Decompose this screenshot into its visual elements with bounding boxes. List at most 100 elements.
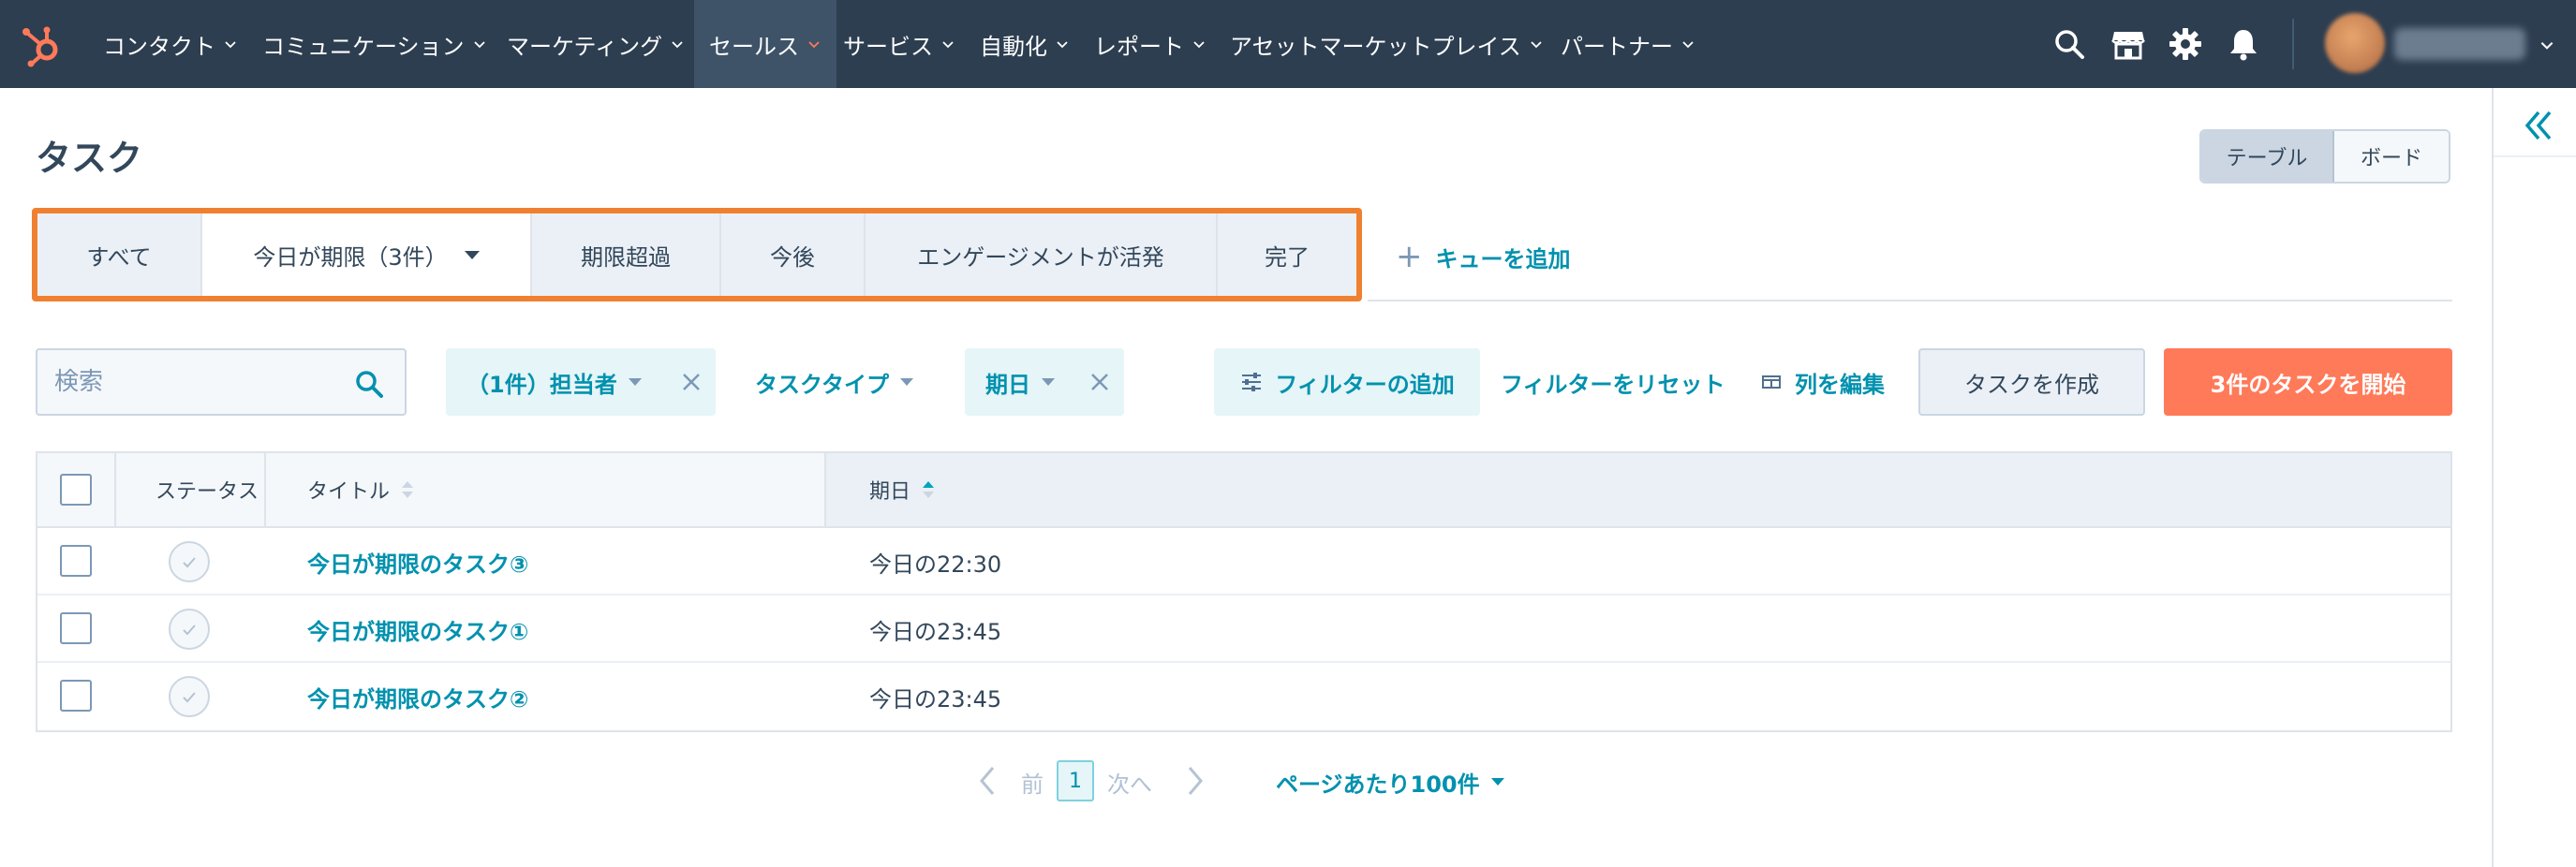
due-date-column-header[interactable]: 期日 xyxy=(869,453,935,526)
caret-down-icon xyxy=(1042,378,1055,386)
prev-page-button[interactable]: 前 xyxy=(1021,749,1044,815)
check-icon xyxy=(183,625,196,636)
nav-item-automation[interactable]: 自動化 xyxy=(980,0,1070,88)
chevron-left-icon[interactable] xyxy=(976,764,999,798)
status-complete-toggle[interactable] xyxy=(169,609,210,650)
task-type-filter[interactable]: タスクタイプ xyxy=(755,348,914,416)
title-column-header[interactable]: タイトル xyxy=(307,453,414,526)
close-icon[interactable] xyxy=(680,371,703,393)
assignee-filter[interactable]: （1件）担当者 xyxy=(446,348,716,416)
add-filter-label: フィルターの追加 xyxy=(1275,371,1455,398)
task-title-link[interactable]: 今日が期限のタスク① xyxy=(307,595,528,663)
table-header: ステータス タイトル 期日 xyxy=(37,453,2450,528)
sort-ascending-icon xyxy=(923,481,935,498)
chevron-down-icon xyxy=(1193,41,1205,49)
nav-item-communication[interactable]: コミュニケーション xyxy=(262,0,487,88)
nav-item-label: パートナー xyxy=(1561,33,1673,60)
nav-item-contacts[interactable]: コンタクト xyxy=(103,0,238,88)
edit-columns-label: 列を編集 xyxy=(1795,371,1885,398)
tasks-table: ステータス タイトル 期日 今日が期限のタスク③ 今日の22:30 今日が期限の… xyxy=(36,451,2452,732)
table-row[interactable]: 今日が期限のタスク② 今日の23:45 xyxy=(37,663,2450,730)
add-filter-button[interactable]: フィルターの追加 xyxy=(1214,348,1480,416)
chevron-right-icon[interactable] xyxy=(1184,764,1207,798)
close-icon[interactable] xyxy=(1088,371,1111,393)
nav-divider xyxy=(2292,19,2294,69)
task-title-link[interactable]: 今日が期限のタスク② xyxy=(307,663,528,730)
double-chevron-left-icon[interactable] xyxy=(2520,107,2557,144)
nav-item-sales[interactable]: セールス xyxy=(694,0,836,88)
per-page-select[interactable]: ページあたり100件 xyxy=(1276,749,1504,815)
chevron-down-icon xyxy=(225,41,236,49)
task-title-link[interactable]: 今日が期限のタスク③ xyxy=(307,528,528,595)
status-column-header[interactable]: ステータス xyxy=(155,453,259,526)
nav-item-label: マーケティング xyxy=(507,33,663,60)
right-sidebar xyxy=(2492,88,2576,867)
next-page-button[interactable]: 次へ xyxy=(1107,749,1152,815)
table-row[interactable]: 今日が期限のタスク③ 今日の22:30 xyxy=(37,528,2450,595)
task-type-filter-label: タスクタイプ xyxy=(755,371,890,398)
nav-item-label: セールス xyxy=(709,33,799,60)
search-box xyxy=(36,348,407,416)
nav-item-label: レポート xyxy=(1094,33,1184,60)
add-queue-label: キューを追加 xyxy=(1435,245,1571,272)
sorted-column-header-bg xyxy=(824,453,2450,526)
reset-filters-link[interactable]: フィルターをリセット xyxy=(1501,348,1725,416)
plus-icon: + xyxy=(1396,238,1423,275)
row-checkbox[interactable] xyxy=(60,612,92,644)
per-page-label: ページあたり100件 xyxy=(1276,771,1480,798)
search-icon[interactable] xyxy=(2051,26,2087,62)
board-view-button[interactable]: ボード xyxy=(2334,131,2449,182)
chevron-down-icon xyxy=(473,41,485,49)
edit-columns-link[interactable]: 列を編集 xyxy=(1761,348,1885,416)
due-header-label: 期日 xyxy=(869,480,911,504)
table-view-button[interactable]: テーブル xyxy=(2201,131,2334,182)
nav-item-marketing[interactable]: マーケティング xyxy=(507,0,685,88)
chevron-down-icon xyxy=(1531,41,1542,49)
search-icon[interactable] xyxy=(352,367,386,401)
column-separator xyxy=(824,453,826,526)
notifications-icon[interactable] xyxy=(2226,26,2261,62)
nav-item-label: 自動化 xyxy=(980,33,1047,60)
nav-item-label: アセットマーケットプレイス xyxy=(1230,33,1521,60)
caret-down-icon xyxy=(900,378,914,386)
chevron-down-icon xyxy=(1057,41,1068,49)
current-page[interactable]: 1 xyxy=(1057,760,1094,801)
hubspot-logo-icon[interactable] xyxy=(19,21,66,67)
row-checkbox[interactable] xyxy=(60,545,92,577)
sidebar-divider xyxy=(2494,155,2576,157)
task-due-date: 今日の23:45 xyxy=(869,685,1002,713)
nav-item-service[interactable]: サービス xyxy=(843,0,955,88)
chevron-down-icon xyxy=(672,41,683,49)
nav-item-partner[interactable]: パートナー xyxy=(1561,0,1695,88)
caret-down-icon xyxy=(1490,778,1504,786)
start-tasks-button[interactable]: 3件のタスクを開始 xyxy=(2164,348,2452,416)
table-row[interactable]: 今日が期限のタスク① 今日の23:45 xyxy=(37,595,2450,663)
nav-item-asset-marketplace[interactable]: アセットマーケットプレイス xyxy=(1230,0,1544,88)
columns-icon xyxy=(1762,375,1781,389)
nav-item-label: サービス xyxy=(843,33,933,60)
caret-down-icon xyxy=(628,378,642,386)
create-task-button[interactable]: タスクを作成 xyxy=(1918,348,2145,416)
settings-icon[interactable] xyxy=(2168,26,2203,62)
search-input[interactable] xyxy=(54,350,354,414)
nav-item-label: コンタクト xyxy=(103,33,215,60)
chevron-down-icon[interactable] xyxy=(2539,37,2555,53)
add-queue-button[interactable]: + キューを追加 xyxy=(1396,238,1571,275)
sort-icon xyxy=(402,481,414,498)
avatar[interactable] xyxy=(2325,13,2385,73)
chevron-down-icon xyxy=(942,41,954,49)
row-checkbox[interactable] xyxy=(60,680,92,712)
nav-item-label: コミュニケーション xyxy=(262,33,465,60)
tabs-divider xyxy=(1368,300,2452,301)
assignee-filter-label: （1件）担当者 xyxy=(466,371,617,398)
select-all-checkbox[interactable] xyxy=(60,474,92,506)
account-name-blurred[interactable] xyxy=(2394,28,2525,60)
due-date-filter[interactable]: 期日 xyxy=(965,348,1124,416)
status-complete-toggle[interactable] xyxy=(169,676,210,717)
task-due-date: 今日の23:45 xyxy=(869,618,1002,645)
title-header-label: タイトル xyxy=(307,480,391,504)
nav-item-reports[interactable]: レポート xyxy=(1094,0,1207,88)
marketplace-icon[interactable] xyxy=(2110,26,2146,62)
top-navigation: コンタクト コミュニケーション マーケティング セールス サービス 自動化 レポ… xyxy=(0,0,2576,88)
status-complete-toggle[interactable] xyxy=(169,541,210,582)
